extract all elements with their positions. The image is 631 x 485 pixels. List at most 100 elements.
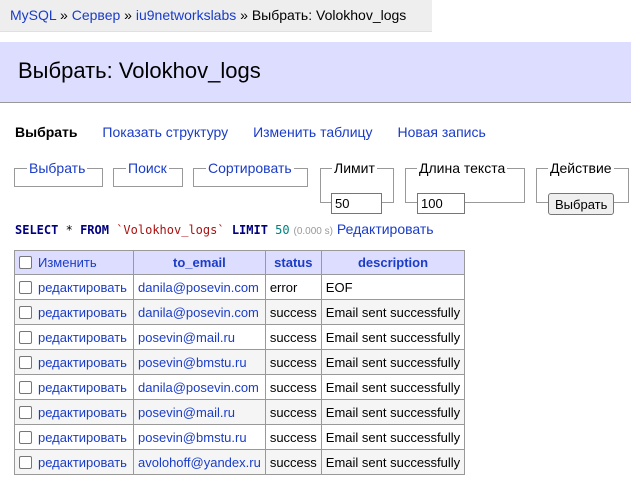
row-edit-cell: редактировать	[14, 274, 134, 300]
row-edit-cell: редактировать	[14, 299, 134, 325]
row-to-email-cell: posevin@mail.ru	[133, 324, 266, 350]
breadcrumb-bar: MySQL » Сервер » iu9networkslabs » Выбра…	[0, 0, 432, 32]
row-edit-link[interactable]: редактировать	[38, 405, 127, 420]
table-row: редактировать danila@posevin.com success Em…	[14, 374, 466, 400]
column-header-description[interactable]: description	[320, 250, 466, 275]
row-to-email-link[interactable]: posevin@mail.ru	[138, 405, 235, 420]
sql-table-name: `Volokhov_logs`	[116, 223, 225, 237]
row-edit-link[interactable]: редактировать	[38, 380, 127, 395]
show-structure-link[interactable]: Показать структуру	[102, 124, 228, 140]
row-to-email-cell: danila@posevin.com	[133, 299, 266, 325]
row-edit-link[interactable]: редактировать	[38, 280, 127, 295]
sql-query-line: SELECT * FROM `Volokhov_logs` LIMIT 50 (…	[15, 221, 434, 237]
row-edit-link[interactable]: редактировать	[38, 330, 127, 345]
column-header-status[interactable]: status	[264, 250, 322, 275]
sql-query: SELECT * FROM `Volokhov_logs` LIMIT 50	[15, 223, 290, 237]
row-to-email-link[interactable]: avolohoff@yandex.ru	[138, 455, 261, 470]
row-edit-link[interactable]: редактировать	[38, 430, 127, 445]
breadcrumb-mysql[interactable]: MySQL	[10, 7, 56, 23]
row-status-cell: success	[264, 324, 322, 350]
sort-toggle[interactable]: Сортировать	[208, 160, 292, 176]
row-edit-link[interactable]: редактировать	[38, 355, 127, 370]
row-to-email-cell: avolohoff@yandex.ru	[133, 449, 266, 475]
column-link-to-email[interactable]: to_email	[173, 255, 226, 270]
query-time: (0.000 s)	[293, 226, 333, 237]
page-title: Выбрать: Volokhov_logs	[18, 58, 261, 83]
row-to-email-link[interactable]: posevin@bmstu.ru	[138, 355, 247, 370]
row-checkbox[interactable]	[19, 330, 32, 344]
row-checkbox[interactable]	[19, 405, 32, 419]
row-description-cell: EOF	[320, 274, 466, 300]
breadcrumb: MySQL » Сервер » iu9networkslabs » Выбра…	[10, 7, 406, 23]
sql-keyword-from: FROM	[80, 223, 109, 237]
row-description-cell: Email sent successfully	[320, 399, 466, 425]
column-link-description[interactable]: description	[358, 255, 428, 270]
breadcrumb-separator: »	[240, 7, 248, 23]
new-item-link[interactable]: Новая запись	[397, 124, 485, 140]
table-actions: Выбрать Показать структуру Изменить табл…	[15, 124, 507, 140]
row-description-cell: Email sent successfully	[320, 374, 466, 400]
row-checkbox[interactable]	[19, 430, 32, 444]
modify-link[interactable]: Изменить	[38, 255, 97, 270]
row-status-cell: success	[264, 374, 322, 400]
row-to-email-link[interactable]: danila@posevin.com	[138, 380, 259, 395]
row-description-cell: Email sent successfully	[320, 324, 466, 350]
row-to-email-cell: posevin@bmstu.ru	[133, 424, 266, 450]
row-to-email-link[interactable]: posevin@mail.ru	[138, 330, 235, 345]
text-length-fieldset: Длина текста	[405, 160, 525, 214]
row-to-email-link[interactable]: danila@posevin.com	[138, 305, 259, 320]
row-edit-link[interactable]: редактировать	[38, 305, 127, 320]
row-description-cell: Email sent successfully	[320, 299, 466, 325]
row-status-cell: success	[264, 424, 322, 450]
table-row: редактировать danila@posevin.com error EOF	[14, 274, 466, 300]
table-header-row: Изменить to_email status description	[14, 250, 466, 275]
row-description-cell: Email sent successfully	[320, 424, 466, 450]
search-fieldset: Поиск	[113, 160, 183, 187]
row-edit-link[interactable]: редактировать	[38, 455, 127, 470]
alter-table-link[interactable]: Изменить таблицу	[253, 124, 372, 140]
row-checkbox[interactable]	[19, 280, 32, 294]
sql-limit-value: 50	[275, 223, 290, 237]
limit-fieldset: Лимит	[320, 160, 394, 214]
search-toggle[interactable]: Поиск	[128, 160, 167, 176]
text-length-input[interactable]	[417, 193, 465, 214]
nav-select-active: Выбрать	[15, 124, 78, 140]
select-submit-button[interactable]: Выбрать	[548, 193, 615, 215]
select-columns-fieldset: Выбрать	[14, 160, 103, 187]
breadcrumb-server[interactable]: Сервер	[72, 7, 121, 23]
row-checkbox[interactable]	[19, 455, 32, 469]
row-edit-cell: редактировать	[14, 449, 134, 475]
row-to-email-cell: posevin@mail.ru	[133, 399, 266, 425]
table-row: редактировать posevin@mail.ru success Email…	[14, 324, 466, 350]
sql-keyword-limit: LIMIT	[231, 223, 268, 237]
row-edit-cell: редактировать	[14, 324, 134, 350]
table-row: редактировать avolohoff@yandex.ru success E…	[14, 449, 466, 475]
column-header-to-email[interactable]: to_email	[133, 250, 266, 275]
select-columns-toggle[interactable]: Выбрать	[29, 160, 85, 176]
row-status-cell: error	[264, 274, 322, 300]
column-header-edit: Изменить	[14, 250, 134, 275]
breadcrumb-current: Выбрать: Volokhov_logs	[251, 7, 407, 23]
row-status-cell: success	[264, 299, 322, 325]
sql-keyword-select: SELECT	[15, 223, 59, 237]
results-table: Изменить to_email status description ред…	[14, 250, 466, 475]
column-link-status[interactable]: status	[274, 255, 312, 270]
breadcrumb-database[interactable]: iu9networkslabs	[136, 7, 236, 23]
action-legend: Действие	[550, 160, 612, 176]
row-status-cell: success	[264, 399, 322, 425]
row-to-email-cell: posevin@bmstu.ru	[133, 349, 266, 375]
row-description-cell: Email sent successfully	[320, 349, 466, 375]
row-edit-cell: редактировать	[14, 349, 134, 375]
row-checkbox[interactable]	[19, 380, 32, 394]
select-all-checkbox[interactable]	[19, 256, 32, 269]
row-checkbox[interactable]	[19, 355, 32, 369]
row-to-email-link[interactable]: danila@posevin.com	[138, 280, 259, 295]
edit-query-link[interactable]: Редактировать	[337, 221, 434, 237]
table-row: редактировать danila@posevin.com success Em…	[14, 299, 466, 325]
limit-input[interactable]	[331, 193, 382, 214]
row-description-cell: Email sent successfully	[320, 449, 466, 475]
row-edit-cell: редактировать	[14, 399, 134, 425]
row-to-email-link[interactable]: posevin@bmstu.ru	[138, 430, 247, 445]
table-row: редактировать posevin@bmstu.ru success Emai…	[14, 424, 466, 450]
row-checkbox[interactable]	[19, 305, 32, 319]
